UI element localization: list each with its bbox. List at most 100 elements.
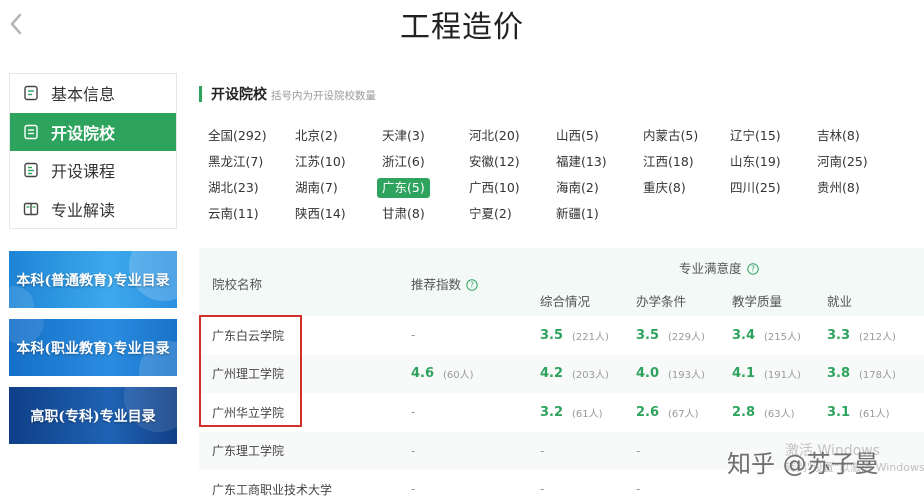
course-icon: [24, 163, 38, 178]
score-value: -: [411, 443, 416, 458]
rating-count: (61人): [572, 408, 603, 420]
school-name[interactable]: 广东理工学院: [212, 432, 284, 471]
help-icon[interactable]: ?: [746, 263, 759, 275]
region-filter-item[interactable]: 天津(3): [382, 126, 425, 146]
region-filter-item[interactable]: 云南(11): [208, 204, 259, 224]
rating-count: (178人): [859, 370, 896, 382]
header-quality: 教学质量: [732, 294, 783, 309]
banner-vocational-college-catalog[interactable]: 高职(专科)专业目录: [9, 387, 177, 444]
region-filter-item[interactable]: 宁夏(2): [469, 204, 512, 224]
score-value: 2.8: [732, 404, 756, 420]
score-value: -: [411, 405, 416, 420]
help-icon[interactable]: ?: [466, 279, 478, 291]
region-filter-item[interactable]: 江西(18): [643, 152, 694, 172]
book-icon: [23, 202, 39, 215]
highlight-box: [199, 315, 302, 427]
banner-undergrad-general-catalog[interactable]: 本科(普通教育)专业目录: [9, 251, 177, 308]
recommend-index-cell: -: [411, 316, 415, 355]
sidebar-item-courses[interactable]: 开设课程: [10, 151, 176, 190]
sidebar-item-major-interpretation[interactable]: 专业解读: [10, 190, 176, 229]
sidebar-item-basic-info[interactable]: 基本信息: [10, 74, 176, 113]
score-value: 3.4: [732, 327, 756, 343]
region-filter-item[interactable]: 江苏(10): [295, 152, 346, 172]
region-filter-item[interactable]: 广西(10): [469, 178, 520, 198]
region-filter-item[interactable]: 新疆(1): [556, 204, 599, 224]
sidebar-nav: 基本信息 开设院校 开设课程 专业解读: [9, 73, 177, 229]
region-filter-item[interactable]: 安徽(12): [469, 152, 520, 172]
region-filter-item[interactable]: 湖北(23): [208, 178, 259, 198]
rating-count: (229人): [668, 331, 705, 343]
header-recommend-index: 推荐指数?: [411, 274, 478, 293]
banner-undergrad-vocational-catalog[interactable]: 本科(职业教育)专业目录: [9, 319, 177, 376]
region-filter-item[interactable]: 重庆(8): [643, 178, 686, 198]
region-filter-item[interactable]: 全国(292): [208, 126, 267, 146]
recommend-index-cell: -: [411, 393, 415, 432]
score-value: -: [636, 443, 641, 458]
score-value: -: [540, 482, 545, 497]
sidebar-item-label: 基本信息: [51, 85, 116, 105]
score-value: -: [411, 482, 416, 497]
quality-cell: 3.4 (215人): [732, 316, 801, 355]
svg-text:?: ?: [470, 281, 474, 290]
score-value: -: [411, 328, 416, 343]
region-filter-item[interactable]: 河南(25): [817, 152, 868, 172]
region-filter-item[interactable]: 河北(20): [469, 126, 520, 146]
section-header: 开设院校 括号内为开设院校数量: [199, 84, 376, 104]
employment-cell: 3.8 (178人): [827, 355, 896, 394]
overall-cell: 4.2 (203人): [540, 355, 609, 394]
school-list-icon: [24, 124, 38, 139]
region-filter-item[interactable]: 辽宁(15): [730, 126, 781, 146]
score-value: 3.5: [636, 327, 660, 343]
rating-count: (212人): [859, 331, 896, 343]
rating-count: (191人): [764, 370, 801, 382]
table-row[interactable]: 广州理工学院 4.6 (60人) 4.2 (203人) 4.0 (193人) 4.1 (191人…: [199, 354, 924, 394]
employment-cell: 3.1 (61人): [827, 393, 890, 432]
quality-cell: 4.1 (191人): [732, 355, 801, 394]
rating-count: (221人): [572, 331, 609, 343]
banner-label: 本科(普通教育)专业目录: [16, 272, 170, 289]
region-filter-item[interactable]: 四川(25): [730, 178, 781, 198]
region-filter-item[interactable]: 北京(2): [295, 126, 338, 146]
score-value: 3.1: [827, 404, 851, 420]
svg-text:?: ?: [751, 265, 755, 274]
score-value: 3.2: [540, 404, 564, 420]
overall-cell: -: [540, 470, 544, 500]
region-filter-item[interactable]: 山西(5): [556, 126, 599, 146]
region-filter-item[interactable]: 吉林(8): [817, 126, 860, 146]
rating-count: (60人): [443, 370, 474, 382]
rating-count: (203人): [572, 370, 609, 382]
overall-cell: 3.2 (61人): [540, 393, 603, 432]
region-filter-item[interactable]: 浙江(6): [382, 152, 425, 172]
sidebar-item-schools[interactable]: 开设院校: [10, 112, 176, 151]
conditions-cell: 2.6 (67人): [636, 393, 699, 432]
score-value: 4.2: [540, 366, 564, 382]
region-filter-item[interactable]: 内蒙古(5): [643, 126, 698, 146]
header-label: 专业满意度: [679, 261, 742, 276]
school-name[interactable]: 广东工商职业技术大学: [212, 470, 332, 500]
header-satisfaction: 专业满意度?: [679, 258, 759, 277]
overall-cell: 3.5 (221人): [540, 316, 609, 355]
score-value: 3.3: [827, 327, 851, 343]
region-filter-item[interactable]: 海南(2): [556, 178, 599, 198]
region-filter-item[interactable]: 湖南(7): [295, 178, 338, 198]
conditions-cell: 3.5 (229人): [636, 316, 705, 355]
region-filter-item[interactable]: 黑龙江(7): [208, 152, 263, 172]
region-filter-item[interactable]: 甘肃(8): [382, 204, 425, 224]
region-filter-item[interactable]: 福建(13): [556, 152, 607, 172]
banner-label: 本科(职业教育)专业目录: [16, 340, 170, 357]
employment-cell: 3.3 (212人): [827, 316, 896, 355]
score-value: 4.0: [636, 366, 660, 382]
sidebar-item-label: 专业解读: [51, 200, 116, 220]
document-icon: [24, 86, 38, 101]
header-label: 推荐指数: [411, 277, 462, 292]
region-filter-item[interactable]: 广东(5): [377, 178, 430, 198]
rating-count: (67人): [668, 408, 699, 420]
score-value: -: [636, 482, 641, 497]
region-filter-item[interactable]: 贵州(8): [817, 178, 860, 198]
table-row[interactable]: 广州华立学院 -3.2 (61人) 2.6 (67人) 2.8 (63人) 3.1 (61人): [199, 393, 924, 432]
sidebar-item-label: 开设院校: [51, 123, 116, 143]
conditions-cell: -: [636, 432, 640, 471]
table-row[interactable]: 广东白云学院 -3.5 (221人) 3.5 (229人) 3.4 (215人) 3.3 (21…: [199, 316, 924, 355]
region-filter-item[interactable]: 山东(19): [730, 152, 781, 172]
region-filter-item[interactable]: 陕西(14): [295, 204, 346, 224]
